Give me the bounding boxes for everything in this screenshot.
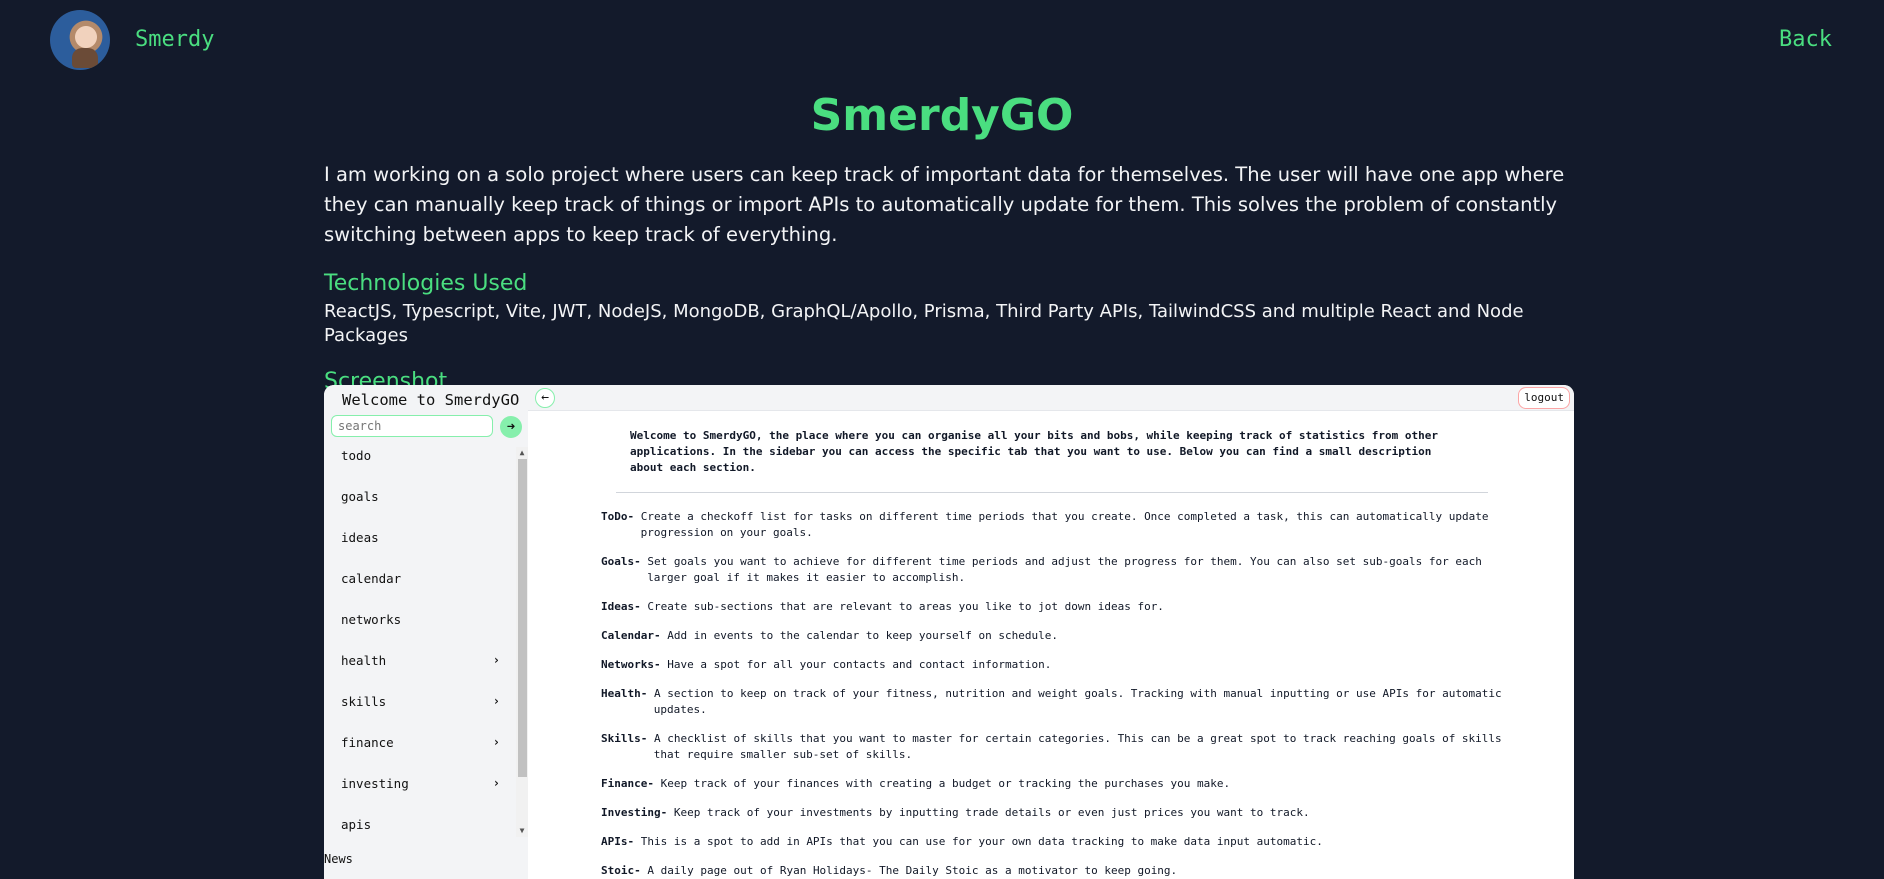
project-description: I am working on a solo project where use… bbox=[324, 163, 1565, 246]
section-description: ToDo- Create a checkoff list for tasks o… bbox=[601, 509, 1521, 541]
section-text: Keep track of your finances with creatin… bbox=[660, 777, 1231, 790]
chevron-right-icon[interactable]: › bbox=[493, 722, 500, 763]
section-description: Networks- Have a spot for all your conta… bbox=[601, 657, 1521, 673]
chevron-right-icon[interactable]: › bbox=[493, 640, 500, 681]
section-description: Goals- Set goals you want to achieve for… bbox=[601, 554, 1521, 586]
section-name: Investing- bbox=[601, 806, 668, 819]
sidebar-item-label: networks bbox=[341, 612, 402, 627]
search-input[interactable] bbox=[331, 415, 493, 437]
section-description: APIs- This is a spot to add in APIs that… bbox=[601, 834, 1521, 850]
chevron-right-icon[interactable]: › bbox=[493, 681, 500, 722]
section-text: A checklist of skills that you want to m… bbox=[653, 732, 1502, 761]
section-name: ToDo- bbox=[601, 510, 635, 523]
sidebar-item-health[interactable]: health › bbox=[324, 640, 514, 681]
sidebar-item-calendar[interactable]: calendar bbox=[324, 558, 514, 599]
sidebar-item-goals[interactable]: goals bbox=[324, 476, 514, 517]
brand-name[interactable]: Smerdy bbox=[135, 27, 214, 52]
section-description: Calendar- Add in events to the calendar … bbox=[601, 628, 1521, 644]
sidebar-item-investing[interactable]: investing › bbox=[324, 763, 514, 804]
section-text: Add in events to the calendar to keep yo… bbox=[667, 629, 1058, 642]
welcome-text: Welcome to SmerdyGO, the place where you… bbox=[630, 429, 1438, 474]
section-text: Create sub-sections that are relevant to… bbox=[647, 600, 1164, 613]
section-description: Stoic- A daily page out of Ryan Holidays… bbox=[601, 863, 1521, 879]
section-name: Calendar- bbox=[601, 629, 661, 642]
section-name: Networks- bbox=[601, 658, 661, 671]
technologies-list: ReactJS, Typescript, Vite, JWT, NodeJS, … bbox=[324, 301, 1524, 346]
logout-button[interactable]: logout bbox=[1518, 387, 1570, 409]
section-name: APIs- bbox=[601, 835, 635, 848]
arrow-left-icon[interactable]: ← bbox=[535, 388, 555, 408]
sidebar-item-label: goals bbox=[341, 489, 379, 504]
sidebar-item-label: calendar bbox=[341, 571, 402, 586]
sidebar-item-news[interactable]: News bbox=[324, 852, 353, 866]
section-descriptions: ToDo- Create a checkoff list for tasks o… bbox=[601, 509, 1521, 879]
scrollbar-thumb[interactable] bbox=[518, 459, 527, 777]
sidebar-scrollbar[interactable]: ▲ ▼ bbox=[516, 447, 528, 837]
chevron-right-icon[interactable]: › bbox=[493, 763, 500, 804]
section-name: Skills- bbox=[601, 732, 648, 745]
sidebar-item-label: apis bbox=[341, 817, 372, 832]
section-text: Have a spot for all your contacts and co… bbox=[667, 658, 1052, 671]
section-text: Create a checkoff list for tasks on diff… bbox=[640, 510, 1489, 539]
technologies-heading: Technologies Used bbox=[324, 271, 528, 296]
section-name: Goals- bbox=[601, 555, 641, 568]
section-text: Set goals you want to achieve for differ… bbox=[647, 555, 1482, 584]
section-text: Keep track of your investments by inputt… bbox=[673, 806, 1310, 819]
back-link[interactable]: Back bbox=[1779, 27, 1832, 52]
avatar[interactable] bbox=[50, 10, 110, 70]
app-topbar: ← logout bbox=[528, 385, 1574, 411]
section-description: Skills- A checklist of skills that you w… bbox=[601, 731, 1521, 763]
project-content: I am working on a solo project where use… bbox=[324, 160, 1574, 398]
app-sidebar: Welcome to SmerdyGO ➜ todogoalsideascale… bbox=[324, 385, 528, 879]
section-name: Ideas- bbox=[601, 600, 641, 613]
sidebar-item-ideas[interactable]: ideas bbox=[324, 517, 514, 558]
sidebar-item-label: ideas bbox=[341, 530, 379, 545]
scroll-down-icon[interactable]: ▼ bbox=[516, 825, 528, 837]
section-name: Health- bbox=[601, 687, 648, 700]
section-description: Health- A section to keep on track of yo… bbox=[601, 686, 1521, 718]
section-description: Finance- Keep track of your finances wit… bbox=[601, 776, 1521, 792]
sidebar-item-skills[interactable]: skills › bbox=[324, 681, 514, 722]
app-main: Welcome to SmerdyGO, the place where you… bbox=[528, 411, 1574, 879]
sidebar-item-finance[interactable]: finance › bbox=[324, 722, 514, 763]
section-text: A daily page out of Ryan Holidays- The D… bbox=[647, 864, 1178, 877]
sidebar-item-networks[interactable]: networks bbox=[324, 599, 514, 640]
sidebar-title: Welcome to SmerdyGO bbox=[342, 391, 520, 409]
scroll-up-icon[interactable]: ▲ bbox=[516, 447, 528, 459]
section-text: A section to keep on track of your fitne… bbox=[653, 687, 1502, 716]
section-name: Finance- bbox=[601, 777, 654, 790]
section-text: This is a spot to add in APIs that you c… bbox=[640, 835, 1323, 848]
sidebar-item-label: finance bbox=[341, 735, 394, 750]
sidebar-item-label: investing bbox=[341, 776, 409, 791]
sidebar-item-label: skills bbox=[341, 694, 387, 709]
sidebar-item-apis[interactable]: apis bbox=[324, 804, 514, 845]
section-description: Ideas- Create sub-sections that are rele… bbox=[601, 599, 1521, 615]
sidebar-item-label: health bbox=[341, 653, 387, 668]
app-screenshot: Welcome to SmerdyGO ➜ todogoalsideascale… bbox=[324, 385, 1574, 879]
page-title: SmerdyGO bbox=[810, 90, 1074, 141]
sidebar-nav: todo goals ideas calendar networks health › ski… bbox=[324, 435, 514, 845]
section-name: Stoic- bbox=[601, 864, 641, 877]
sidebar-item-label: todo bbox=[341, 448, 372, 463]
section-description: Investing- Keep track of your investment… bbox=[601, 805, 1521, 821]
sidebar-item-todo[interactable]: todo bbox=[324, 435, 514, 476]
divider bbox=[616, 492, 1488, 493]
